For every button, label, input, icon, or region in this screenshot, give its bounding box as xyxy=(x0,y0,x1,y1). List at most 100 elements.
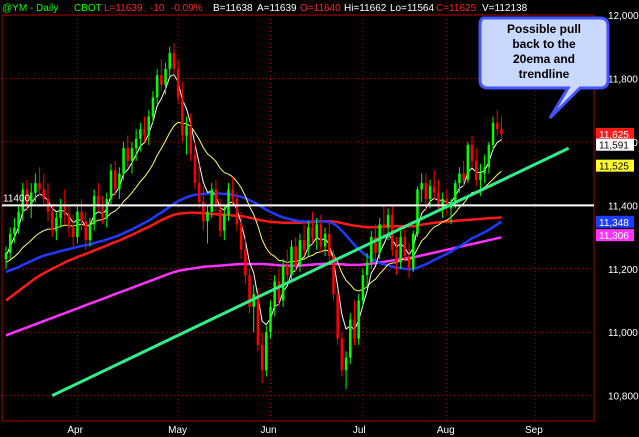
candle-body xyxy=(134,138,138,149)
candle-body xyxy=(130,148,134,161)
candle-body xyxy=(113,170,117,190)
candle-body xyxy=(437,192,440,206)
candle-body xyxy=(395,249,398,263)
candle-body xyxy=(294,246,297,266)
header-symbol[interactable]: @YM - Daily xyxy=(2,3,58,14)
candle-body xyxy=(462,173,465,180)
candle-body xyxy=(302,240,306,250)
candle-body xyxy=(160,75,163,85)
stock-chart: 11400 12,00011,80011,60011,40011,20011,0… xyxy=(0,0,639,437)
candle-body xyxy=(416,189,419,234)
candle-body xyxy=(432,186,436,193)
x-tick-label: Jun xyxy=(261,425,277,436)
candle-body xyxy=(407,256,411,269)
candle-body xyxy=(29,192,33,206)
candle-body xyxy=(500,129,503,134)
candle-body xyxy=(8,233,12,253)
candle-body xyxy=(239,224,243,250)
candle-body xyxy=(353,319,356,339)
candle-body xyxy=(265,332,268,371)
candle-body xyxy=(13,227,16,234)
candle-body xyxy=(336,294,339,339)
candle-body xyxy=(307,227,310,250)
candle-body xyxy=(311,227,314,238)
candle-body xyxy=(176,68,180,98)
y-tick-label: 11,400 xyxy=(608,201,638,212)
candle-body xyxy=(256,294,260,345)
candle-body xyxy=(17,211,20,228)
candle-body xyxy=(365,262,369,276)
y-tick-label: 11,000 xyxy=(608,328,638,339)
candle-body xyxy=(164,68,167,85)
candle-body xyxy=(76,211,79,238)
candle-body xyxy=(466,145,470,180)
candle-body xyxy=(97,195,100,206)
header-exchange: CBOT xyxy=(74,3,102,14)
candle-body xyxy=(139,129,142,139)
candle-body xyxy=(101,205,104,218)
header-change-pct: -0.09% xyxy=(171,3,203,14)
candle-body xyxy=(63,205,67,215)
chart-header: @YM - Daily CBOT L=11639 -10 -0.09% B=11… xyxy=(2,3,528,14)
candle-body xyxy=(109,170,113,199)
candle-body xyxy=(80,211,83,222)
candle-body xyxy=(298,240,302,266)
candle-body xyxy=(474,160,478,180)
candle-body xyxy=(67,214,71,228)
y-tick-label: 11,800 xyxy=(608,74,638,85)
candle-body xyxy=(349,319,352,358)
candle-body xyxy=(185,126,188,136)
candle-body xyxy=(344,357,348,371)
candle-body xyxy=(286,265,289,276)
candle-body xyxy=(244,249,247,276)
candle-body xyxy=(126,148,130,161)
candle-body xyxy=(491,122,495,146)
candle-body xyxy=(193,154,197,184)
candle-body xyxy=(319,224,323,247)
candle-body xyxy=(495,122,499,130)
candle-body xyxy=(479,173,482,180)
candle-body xyxy=(340,338,344,371)
candle-body xyxy=(38,183,41,190)
candle-body xyxy=(290,246,293,276)
header-bid: B=11638 xyxy=(213,3,253,14)
candle-body xyxy=(181,97,184,136)
header-open: O=11640 xyxy=(300,3,341,14)
candle-body xyxy=(453,183,457,203)
candle-body xyxy=(412,233,415,269)
candle-body xyxy=(172,53,176,69)
candle-body xyxy=(424,183,428,199)
candle-body xyxy=(273,281,276,307)
candle-body xyxy=(323,233,327,247)
candle-body xyxy=(151,97,155,117)
candle-body xyxy=(269,306,272,333)
x-tick-label: Aug xyxy=(437,425,455,436)
candle-body xyxy=(168,53,172,69)
x-tick-label: Jul xyxy=(353,425,366,436)
x-tick-label: Apr xyxy=(67,425,83,436)
candle-body xyxy=(428,186,432,199)
candle-body xyxy=(88,224,92,241)
candle-body xyxy=(71,227,75,238)
candle-body xyxy=(4,252,8,260)
candle-body xyxy=(210,189,213,212)
candle-body xyxy=(118,173,121,190)
candle-body xyxy=(361,275,365,301)
candle-body xyxy=(487,145,491,168)
x-tick-label: Sep xyxy=(525,425,543,436)
header-change: -10 xyxy=(150,3,165,14)
y-tick-label: 10,800 xyxy=(608,392,639,403)
price-badge-label: 11,306 xyxy=(599,231,629,242)
candle-body xyxy=(458,173,461,184)
header-last: L=11639 xyxy=(104,3,143,14)
price-badge-label: 11,525 xyxy=(599,162,629,173)
candle-body xyxy=(483,167,486,174)
candle-body xyxy=(470,145,474,161)
candle-body xyxy=(50,211,54,231)
candle-body xyxy=(189,126,192,155)
candle-body xyxy=(382,224,386,228)
header-high: Hi=11662 xyxy=(344,3,387,14)
candle-body xyxy=(235,198,239,225)
candle-body xyxy=(403,237,407,257)
candle-body xyxy=(399,237,402,263)
